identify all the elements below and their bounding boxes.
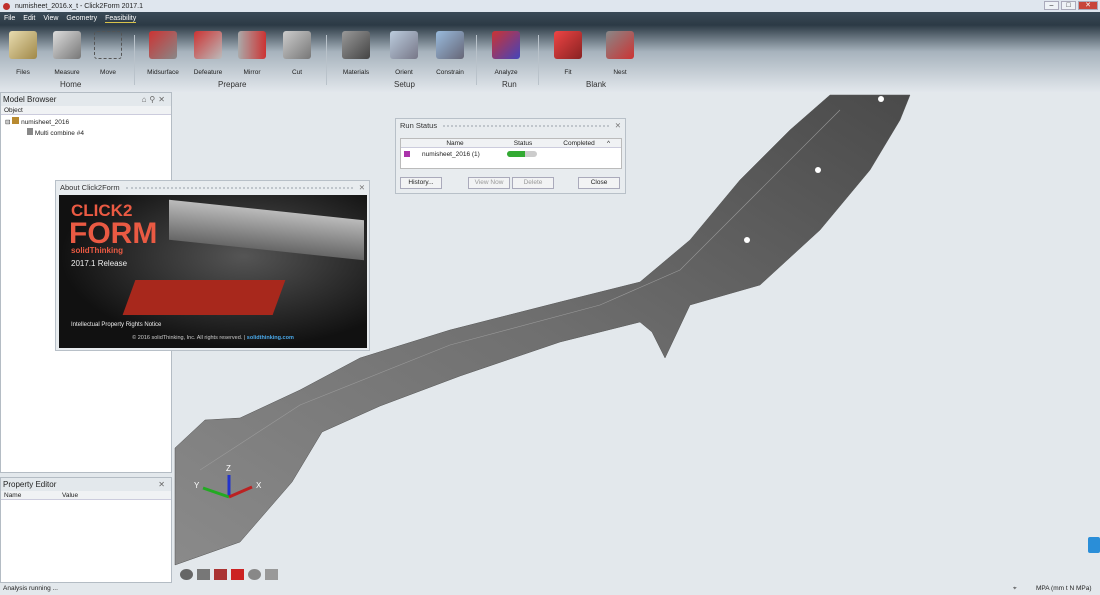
status-progress-bar — [507, 151, 537, 157]
run-status-title: Run Status — [400, 121, 438, 130]
snap-icon[interactable]: ⌖ — [1013, 583, 1017, 595]
model-browser-title: Model Browser — [3, 95, 57, 104]
run-status-dialog: Run Status ✕ Name Status Completed ^ numi… — [395, 118, 626, 194]
column-value[interactable]: Value — [62, 492, 78, 499]
close-icon[interactable]: ✕ — [615, 121, 621, 130]
brand-logo-line3: solidThinking — [71, 246, 123, 255]
website-link[interactable]: solidthinking.com — [247, 335, 294, 341]
drag-handle[interactable] — [443, 124, 609, 127]
drag-handle[interactable] — [125, 186, 353, 189]
close-button[interactable]: Close — [578, 177, 620, 189]
run-icon — [404, 151, 410, 157]
copyright-text: © 2016 solidThinking, Inc. All rights re… — [132, 335, 246, 341]
about-dialog: About Click2Form ✕ CLICK2 FORM solidThink… — [55, 180, 370, 351]
axis-x-label: X — [256, 481, 262, 490]
tree-item-child[interactable]: Multi combine #4 — [1, 128, 171, 137]
sort-chevron-icon[interactable]: ^ — [607, 140, 610, 147]
zoom-icon[interactable] — [248, 569, 261, 580]
column-name[interactable]: Name — [415, 140, 495, 147]
fit-view-icon[interactable] — [231, 569, 244, 580]
ip-notice-link[interactable]: Intellectual Property Rights Notice — [71, 322, 161, 328]
column-name[interactable]: Name — [4, 492, 62, 499]
property-editor-title: Property Editor — [3, 480, 57, 489]
close-icon[interactable]: ✕ — [158, 480, 168, 489]
column-status[interactable]: Status — [495, 140, 551, 147]
release-label: 2017.1 Release — [71, 259, 128, 268]
teamviewer-icon[interactable] — [1088, 537, 1100, 553]
about-title: About Click2Form — [60, 183, 120, 192]
delete-button[interactable]: Delete — [512, 177, 554, 189]
property-editor-panel: Property Editor ✕ Name Value — [0, 477, 172, 583]
panel-controls[interactable]: ⌂⚲✕ — [142, 95, 168, 104]
assembly-icon — [12, 117, 20, 124]
status-text: Analysis running ... — [3, 585, 58, 592]
view-orbit-icon[interactable] — [180, 569, 193, 580]
tree-item-root[interactable]: ⊟ numisheet_2016 — [1, 115, 171, 128]
axis-y-label: Y — [194, 481, 200, 490]
part-icon — [27, 128, 33, 135]
column-object[interactable]: Object — [1, 106, 171, 115]
run-name: numisheet_2016 (1) — [422, 150, 480, 158]
units-selector[interactable]: MPA (mm t N MPa) — [1036, 583, 1092, 595]
column-completed[interactable]: Completed — [551, 140, 607, 147]
table-row[interactable]: numisheet_2016 (1) — [401, 148, 621, 160]
status-bar: Analysis running ... ⌖ MPA (mm t N MPa) — [0, 583, 1100, 595]
history-button[interactable]: History... — [400, 177, 442, 189]
view-now-button[interactable]: View Now — [468, 177, 510, 189]
section-icon[interactable] — [214, 569, 227, 580]
display-mode-icon[interactable] — [265, 569, 278, 580]
splash-image: CLICK2 FORM solidThinking 2017.1 Release… — [59, 195, 367, 348]
view-toolbar — [180, 569, 278, 580]
close-icon[interactable]: ✕ — [359, 183, 365, 192]
axis-z-label: Z — [226, 464, 231, 473]
camera-icon[interactable] — [197, 569, 210, 580]
